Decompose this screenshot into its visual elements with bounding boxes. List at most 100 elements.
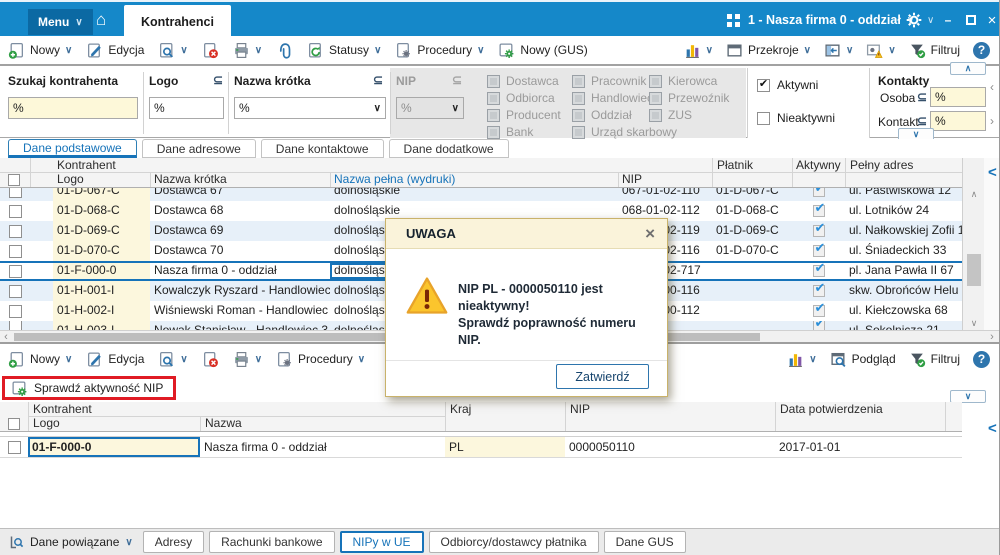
filter-button[interactable]: Filtruj (909, 351, 960, 368)
dialog-header[interactable]: UWAGA × (386, 219, 667, 249)
print-button[interactable]: ∨ (233, 351, 262, 368)
layout-panel-button[interactable]: ∨ (824, 42, 853, 59)
edit-button[interactable]: Edycja (86, 42, 144, 59)
row-checkbox[interactable] (8, 304, 22, 318)
close-window-button[interactable]: × (982, 2, 999, 38)
row-checkbox[interactable] (8, 321, 22, 330)
related-data-button[interactable]: Dane powiązane ∨ (0, 534, 143, 550)
maximize-button[interactable] (961, 2, 981, 38)
column-nip[interactable]: NIP (570, 402, 590, 416)
column-nip[interactable]: NIP (622, 172, 642, 186)
checkbox[interactable] (757, 111, 770, 125)
panel-collapse-left-icon[interactable]: ‹ (990, 80, 994, 94)
active-checkbox[interactable]: ✔ Aktywni (757, 78, 818, 92)
minimize-button[interactable]: – (938, 2, 958, 38)
vertical-scrollbar[interactable]: ∧ ∨ (962, 158, 984, 330)
short-name-filter-combo[interactable]: % ∨ (234, 97, 386, 119)
row-checkbox[interactable] (8, 264, 22, 278)
person-filter-input[interactable] (930, 87, 986, 107)
scroll-down-icon[interactable]: ∨ (963, 317, 985, 330)
row-checkbox[interactable] (8, 284, 22, 298)
column-nazwa-krotka[interactable]: Nazwa krótka (154, 172, 227, 186)
help-icon[interactable]: ? (973, 41, 990, 59)
procedures-button[interactable]: Procedury ∨ (276, 351, 365, 368)
tab-nipy-w-ue[interactable]: NIPy w UE (339, 531, 424, 553)
home-icon[interactable]: ⌂ (96, 8, 106, 32)
scrollbar-thumb[interactable] (967, 254, 981, 286)
row-checkbox[interactable] (8, 204, 22, 218)
close-icon[interactable]: × (645, 225, 655, 242)
column-group-kontrahent[interactable]: Kontrahent (33, 402, 92, 416)
collapse-panel-left-icon[interactable]: < (988, 420, 997, 437)
collapse-panel-left-icon[interactable]: < (988, 164, 997, 181)
apps-grid-icon[interactable] (727, 14, 740, 27)
column-kraj[interactable]: Kraj (450, 402, 471, 416)
new-gus-button[interactable]: Nowy (GUS) (498, 42, 588, 59)
checkbox (487, 74, 500, 88)
tab-dane-gus[interactable]: Dane GUS (603, 531, 686, 553)
tab-rachunki-bankowe[interactable]: Rachunki bankowe (209, 531, 335, 553)
edit-button[interactable]: Edycja (86, 351, 144, 368)
column-platnik[interactable]: Płatnik (717, 158, 753, 172)
column-nazwa[interactable]: Nazwa (205, 416, 242, 430)
select-all-checkbox[interactable] (8, 418, 20, 430)
new-button[interactable]: Nowy ∨ (8, 42, 72, 59)
chevron-down-icon: ∨ (180, 353, 188, 365)
chart-button[interactable]: ∨ (787, 351, 817, 368)
filter-button[interactable]: Filtruj (909, 42, 960, 59)
checkbox (649, 108, 662, 122)
new-button[interactable]: Nowy ∨ (8, 351, 72, 368)
row-checkbox[interactable] (8, 244, 22, 258)
settings-gear-icon[interactable] (905, 11, 923, 29)
chart-button[interactable]: ∨ (684, 42, 713, 59)
view-button[interactable]: ∨ (158, 351, 188, 368)
menu-button[interactable]: Menu ∨ (28, 9, 93, 35)
select-all-checkbox[interactable] (8, 174, 20, 186)
collapse-filters-button[interactable]: ∧ (950, 62, 986, 75)
column-aktywny[interactable]: Aktywny (796, 158, 841, 172)
column-logo[interactable]: Logo (33, 416, 60, 430)
checkbox-checked[interactable]: ✔ (757, 78, 770, 92)
tab-odbiorcy-dostawcy-platnika[interactable]: Odbiorcy/dostawcy płatnika (428, 531, 599, 553)
contact-filter-input[interactable] (930, 111, 986, 131)
statuses-button[interactable]: Statusy ∨ (307, 42, 381, 59)
column-pelny-adres[interactable]: Pełny adres (850, 158, 913, 172)
edit-pencil-icon (86, 351, 103, 368)
table-row-selected[interactable]: 01-F-000-0 Nasza firma 0 - oddział PL 00… (0, 437, 962, 458)
row-checkbox[interactable] (8, 224, 22, 238)
column-data-potwierdzenia[interactable]: Data potwierdzenia (780, 402, 883, 416)
chevron-down-icon[interactable]: ∨ (927, 15, 934, 26)
row-checkbox[interactable] (8, 188, 22, 198)
table-row[interactable]: 01-D-067-C Dostawca 67 dolnośląskie 067-01… (0, 188, 962, 201)
checkbox (572, 108, 585, 122)
row-checkbox[interactable] (7, 440, 21, 454)
preview-button[interactable]: Podgląd (830, 351, 896, 368)
settings-warning-button[interactable]: ∨ (866, 42, 896, 59)
procedures-button[interactable]: Procedury ∨ (395, 42, 484, 59)
delete-button[interactable] (202, 351, 219, 368)
window-tab-kontrahenci[interactable]: Kontrahenci (124, 5, 231, 38)
inactive-checkbox[interactable]: Nieaktywni (757, 111, 835, 125)
logo-filter-input[interactable] (149, 97, 224, 119)
company-selector[interactable]: 1 - Nasza firma 0 - oddział ∨ (748, 2, 914, 38)
tab-adresy[interactable]: Adresy (142, 531, 205, 553)
tab-dane-podstawowe[interactable]: Dane podstawowe (8, 139, 137, 158)
tab-dane-adresowe[interactable]: Dane adresowe (141, 139, 256, 158)
attachments-button[interactable] (276, 42, 293, 59)
subset-icon: ⊆ (917, 90, 928, 104)
column-nazwa-pelna[interactable]: Nazwa pełna (wydruki) (334, 172, 455, 186)
search-contractor-input[interactable] (8, 97, 138, 119)
help-icon[interactable]: ? (973, 350, 990, 368)
scroll-up-icon[interactable]: ∧ (963, 188, 985, 201)
print-button[interactable]: ∨ (233, 42, 262, 59)
check-nip-activity-button[interactable]: Sprawdź aktywność NIP (2, 376, 177, 400)
column-group-kontrahent[interactable]: Kontrahent (57, 158, 116, 172)
confirm-button[interactable]: Zatwierdź (556, 364, 649, 389)
view-button[interactable]: ∨ (158, 42, 188, 59)
panel-expand-right-icon[interactable]: › (990, 114, 994, 128)
przekroje-button[interactable]: Przekroje ∨ (726, 42, 811, 59)
column-logo[interactable]: Logo (57, 172, 84, 186)
tab-dane-kontaktowe[interactable]: Dane kontaktowe (260, 139, 384, 158)
tab-dane-dodatkowe[interactable]: Dane dodatkowe (388, 139, 509, 158)
delete-button[interactable] (202, 42, 219, 59)
